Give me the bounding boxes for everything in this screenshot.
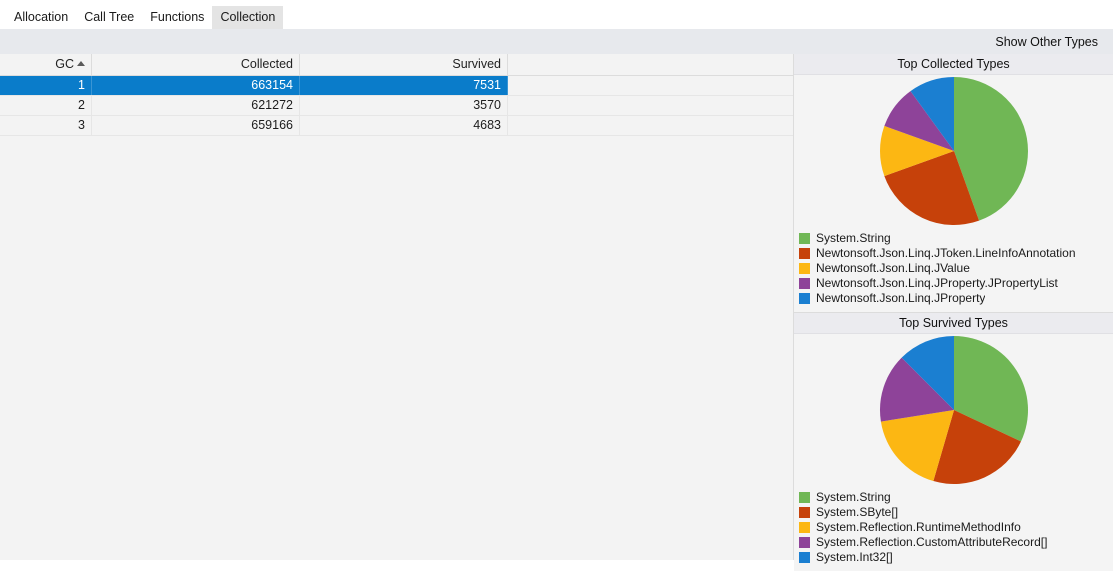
column-header-gc[interactable]: GC bbox=[0, 54, 92, 75]
legend-color-swatch bbox=[799, 262, 810, 274]
legend-item[interactable]: Newtonsoft.Json.Linq.JProperty bbox=[799, 291, 1113, 305]
legend-item[interactable]: System.Int32[] bbox=[799, 550, 1113, 564]
collection-grid: GC Collected Survived 1 663154 7531 2 62… bbox=[0, 54, 793, 560]
cell-collected: 659166 bbox=[92, 116, 300, 135]
top-collected-types-pie-chart bbox=[879, 77, 1028, 226]
legend-item[interactable]: Newtonsoft.Json.Linq.JProperty.JProperty… bbox=[799, 276, 1113, 290]
legend-item[interactable]: Newtonsoft.Json.Linq.JToken.LineInfoAnno… bbox=[799, 246, 1113, 260]
legend-color-swatch bbox=[799, 536, 810, 548]
charts-pane: Top Collected Types System.String Newtons… bbox=[793, 54, 1113, 571]
grid-body: 1 663154 7531 2 621272 3570 3 659166 468… bbox=[0, 76, 793, 136]
legend-item-label: System.String bbox=[816, 490, 891, 504]
legend-item[interactable]: System.Reflection.RuntimeMethodInfo bbox=[799, 520, 1113, 534]
cell-survived: 3570 bbox=[300, 96, 508, 115]
legend-item-label: System.Int32[] bbox=[816, 550, 893, 564]
cell-gc: 1 bbox=[0, 76, 92, 95]
legend-item-label: System.Reflection.CustomAttributeRecord[… bbox=[816, 535, 1048, 549]
cell-filler bbox=[508, 96, 793, 115]
legend-item-label: Newtonsoft.Json.Linq.JProperty bbox=[816, 291, 986, 305]
legend-item[interactable]: System.String bbox=[799, 490, 1113, 504]
legend-item-label: System.SByte[] bbox=[816, 505, 899, 519]
top-survived-types-pie-chart bbox=[879, 336, 1028, 484]
legend-item-label: System.Reflection.RuntimeMethodInfo bbox=[816, 520, 1021, 534]
grid-header-row: GC Collected Survived bbox=[0, 54, 793, 76]
tab-collection[interactable]: Collection bbox=[212, 6, 284, 29]
top-survived-types-legend: System.String System.SByte[] System.Reflec… bbox=[794, 486, 1113, 571]
legend-item-label: Newtonsoft.Json.Linq.JProperty.JProperty… bbox=[816, 276, 1058, 290]
cell-survived: 7531 bbox=[300, 76, 508, 95]
top-collected-types-panel: Top Collected Types System.String Newtons… bbox=[794, 54, 1113, 312]
cell-collected: 663154 bbox=[92, 76, 300, 95]
legend-item-label: System.String bbox=[816, 231, 891, 245]
top-survived-types-body: System.String System.SByte[] System.Reflec… bbox=[794, 334, 1113, 571]
cell-collected: 621272 bbox=[92, 96, 300, 115]
column-header-survived[interactable]: Survived bbox=[300, 54, 508, 75]
legend-color-swatch bbox=[799, 277, 810, 289]
top-collected-types-body: System.String Newtonsoft.Json.Linq.JToken… bbox=[794, 75, 1113, 312]
sort-ascending-icon bbox=[77, 61, 85, 66]
legend-item[interactable]: System.String bbox=[799, 231, 1113, 245]
column-header-filler bbox=[508, 54, 793, 75]
top-survived-types-title: Top Survived Types bbox=[794, 313, 1113, 334]
table-row[interactable]: 3 659166 4683 bbox=[0, 116, 793, 136]
legend-color-swatch bbox=[799, 232, 810, 244]
legend-item-label: Newtonsoft.Json.Linq.JValue bbox=[816, 261, 970, 275]
toolbar: Show Other Types bbox=[0, 29, 1113, 55]
legend-item[interactable]: System.SByte[] bbox=[799, 505, 1113, 519]
legend-color-swatch bbox=[799, 506, 810, 518]
column-header-collected[interactable]: Collected bbox=[92, 54, 300, 75]
cell-gc: 3 bbox=[0, 116, 92, 135]
legend-item[interactable]: System.Reflection.CustomAttributeRecord[… bbox=[799, 535, 1113, 549]
legend-color-swatch bbox=[799, 247, 810, 259]
show-other-types-button[interactable]: Show Other Types bbox=[987, 35, 1106, 49]
tab-allocation[interactable]: Allocation bbox=[6, 6, 76, 29]
top-collected-types-title: Top Collected Types bbox=[794, 54, 1113, 75]
top-survived-types-panel: Top Survived Types System.String System.S… bbox=[794, 313, 1113, 571]
legend-color-swatch bbox=[799, 551, 810, 563]
tab-strip: Allocation Call Tree Functions Collectio… bbox=[0, 0, 1113, 30]
table-row[interactable]: 2 621272 3570 bbox=[0, 96, 793, 116]
cell-filler bbox=[508, 76, 793, 95]
cell-gc: 2 bbox=[0, 96, 92, 115]
tab-functions[interactable]: Functions bbox=[142, 6, 212, 29]
top-survived-types-pie-wrap bbox=[794, 334, 1113, 486]
legend-color-swatch bbox=[799, 491, 810, 503]
legend-item[interactable]: Newtonsoft.Json.Linq.JValue bbox=[799, 261, 1113, 275]
tab-call-tree[interactable]: Call Tree bbox=[76, 6, 142, 29]
cell-survived: 4683 bbox=[300, 116, 508, 135]
cell-filler bbox=[508, 116, 793, 135]
legend-color-swatch bbox=[799, 292, 810, 304]
top-collected-types-pie-wrap bbox=[794, 75, 1113, 227]
legend-item-label: Newtonsoft.Json.Linq.JToken.LineInfoAnno… bbox=[816, 246, 1076, 260]
table-row[interactable]: 1 663154 7531 bbox=[0, 76, 793, 96]
column-header-gc-label: GC bbox=[55, 57, 74, 71]
top-collected-types-legend: System.String Newtonsoft.Json.Linq.JToken… bbox=[794, 227, 1113, 312]
legend-color-swatch bbox=[799, 521, 810, 533]
